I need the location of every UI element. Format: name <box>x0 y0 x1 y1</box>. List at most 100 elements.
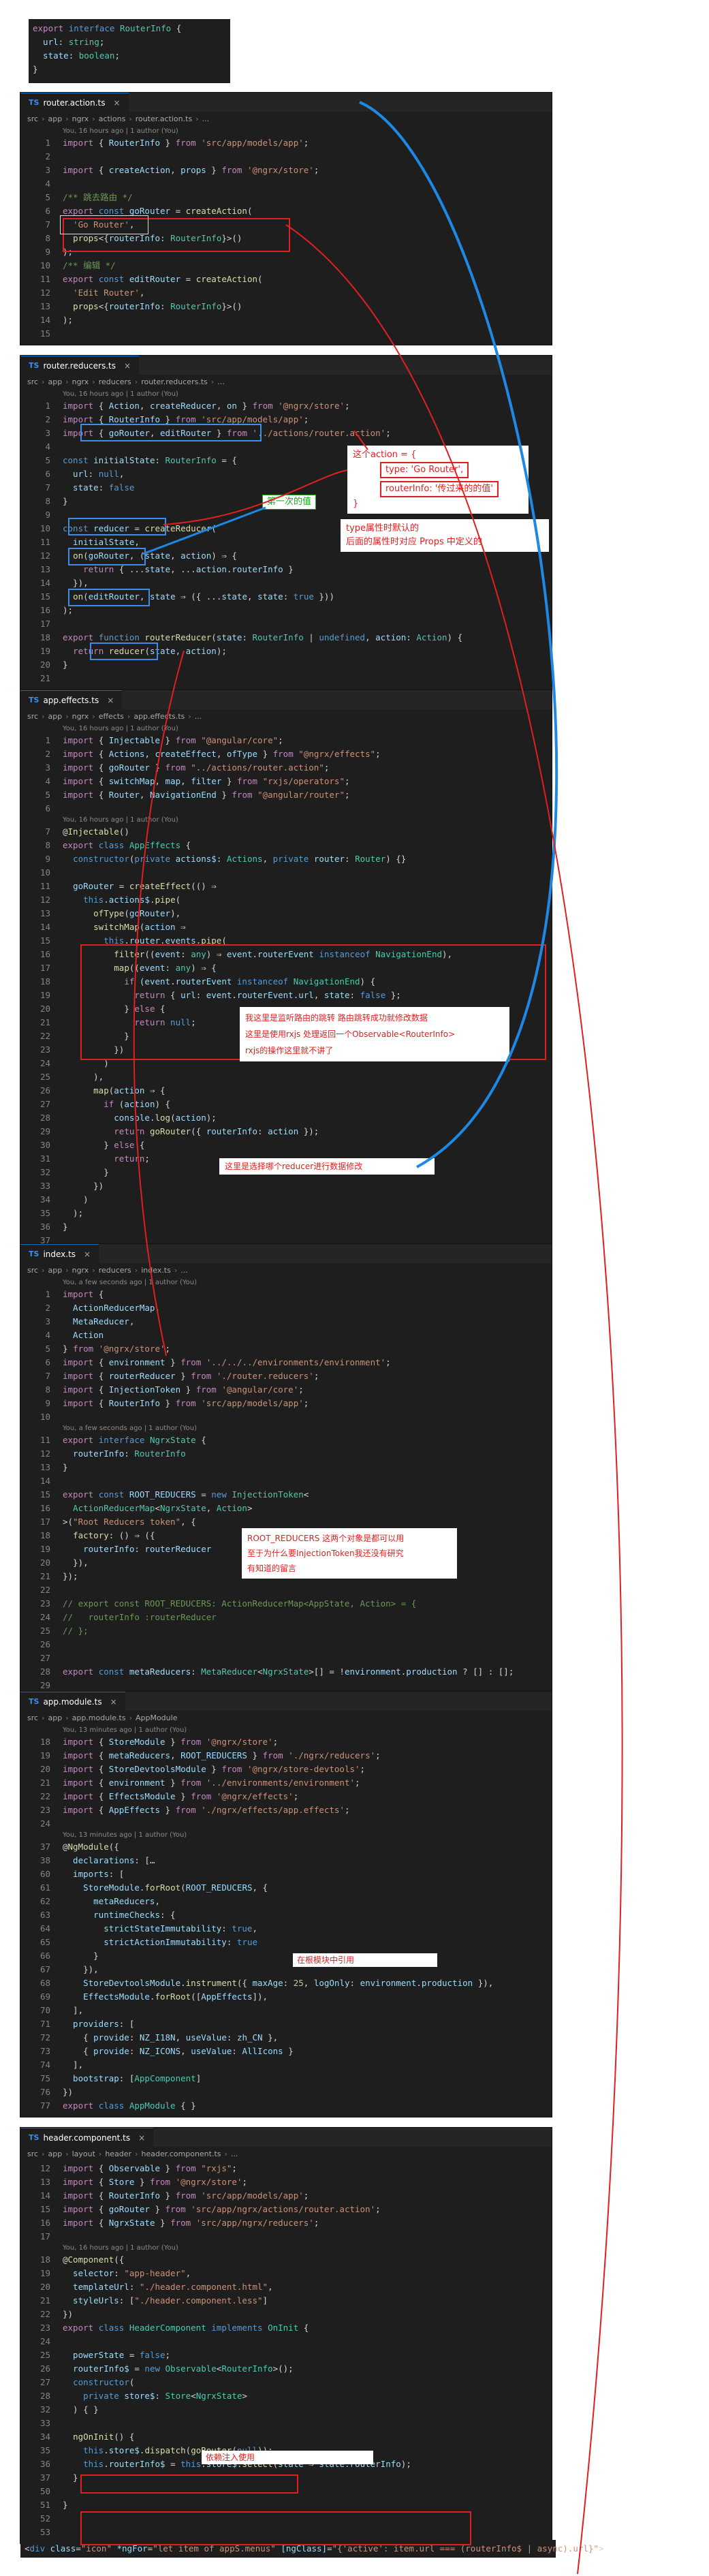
breadcrumb-item[interactable]: actions <box>99 114 126 123</box>
breadcrumb-item[interactable]: reducers <box>99 377 131 386</box>
file-tab[interactable]: TS app.module.ts × <box>20 1692 125 1711</box>
code-token: ofType <box>226 749 263 759</box>
code-token: : <box>129 2282 140 2292</box>
code-token: createAction <box>185 206 247 216</box>
line-number: 7 <box>45 482 50 493</box>
breadcrumb-item[interactable]: src <box>27 1266 38 1275</box>
file-tab[interactable]: TS index.ts × <box>20 1244 99 1263</box>
breadcrumb-item[interactable]: ... <box>231 2150 238 2158</box>
code-line: 27 constructor( <box>20 2376 552 2389</box>
code-token: ( <box>180 1882 186 1893</box>
codelens-author[interactable]: You, 16 hours ago | 1 author (You) <box>20 390 552 399</box>
codelens-author[interactable]: You, 13 minutes ago | 1 author (You) <box>20 1726 552 1735</box>
line-number: 37 <box>40 1842 50 1852</box>
file-tab[interactable]: TS app.effects.ts × <box>20 690 123 709</box>
close-icon[interactable]: × <box>124 361 131 371</box>
breadcrumb-item[interactable]: app <box>48 712 62 721</box>
code-area[interactable]: You, 13 minutes ago | 1 author (You) 18 im… <box>20 1724 552 2117</box>
code-token: ) {} <box>385 854 407 864</box>
breadcrumb-item[interactable]: app <box>48 1713 62 1722</box>
code-token: ], <box>63 2060 84 2070</box>
file-tab[interactable]: TS header.component.ts × <box>20 2128 154 2147</box>
breadcrumb-item[interactable]: layout <box>72 2150 95 2158</box>
code-token: forRoot <box>144 1882 181 1893</box>
code-token: ; <box>303 1398 309 1408</box>
line-number: 28 <box>40 1666 50 1677</box>
code-token: from <box>221 1764 247 1774</box>
line-number: 36 <box>40 2459 50 2469</box>
line-number: 12 <box>40 2163 50 2173</box>
code-token: , <box>155 1896 160 1906</box>
line-number: 76 <box>40 2087 50 2097</box>
breadcrumb-item[interactable]: src <box>27 1713 38 1722</box>
close-icon[interactable]: × <box>107 696 114 705</box>
breadcrumb-item[interactable]: app <box>48 377 62 386</box>
code-token: else <box>114 1140 140 1150</box>
breadcrumb-item[interactable]: src <box>27 2150 38 2158</box>
breadcrumb-item[interactable]: router.action.ts <box>136 114 192 123</box>
code-token: ( <box>211 523 217 533</box>
code-token: '@angular/core' <box>221 1384 299 1395</box>
code-line: 1 import { <box>20 1288 552 1301</box>
code-token: : [ <box>119 2073 135 2083</box>
breadcrumb-item[interactable]: app.effects.ts <box>133 712 185 721</box>
file-tab[interactable]: TS router.action.ts × <box>20 93 129 112</box>
breadcrumb-item[interactable]: ngrx <box>72 712 89 721</box>
breadcrumb-item[interactable]: router.reducers.ts <box>141 377 208 386</box>
breadcrumb-item[interactable]: ngrx <box>72 377 89 386</box>
code-token: NgrxState <box>160 1503 206 1513</box>
code-token: ] <box>262 2295 268 2306</box>
codelens-author[interactable]: You, 16 hours ago | 1 author (You) <box>20 2244 552 2253</box>
codelens-author[interactable]: You, 13 minutes ago | 1 author (You) <box>20 1831 552 1840</box>
breadcrumb-item[interactable]: ngrx <box>72 1266 89 1275</box>
breadcrumb-item[interactable]: src <box>27 114 38 123</box>
code-token: true <box>293 591 314 602</box>
codelens-author[interactable]: You, 16 hours ago | 1 author (You) <box>20 816 552 825</box>
effects-router-note: 我这里是监听路由的跳转 路由跳转成功就修改数据 这里是使用rxjs 处理返回一个… <box>240 1007 509 1061</box>
code-token: metaReducers <box>129 1666 191 1677</box>
breadcrumb-item[interactable]: app.module.ts <box>72 1713 126 1722</box>
breadcrumb-item[interactable]: header.component.ts <box>142 2150 221 2158</box>
breadcrumb-item[interactable]: AppModule <box>136 1713 178 1722</box>
close-icon[interactable]: × <box>84 1250 91 1259</box>
line-number: 7 <box>45 826 50 837</box>
line-number: 7 <box>45 1371 50 1381</box>
breadcrumb-item[interactable]: app <box>48 2150 62 2158</box>
breadcrumb-item[interactable]: src <box>27 712 38 721</box>
code-token: goRouter <box>129 908 171 918</box>
code-line: 13} <box>20 1461 552 1474</box>
breadcrumb-item[interactable]: ngrx <box>72 114 89 123</box>
code-token: () { <box>114 2432 135 2442</box>
breadcrumb-item[interactable]: index.ts <box>141 1266 171 1275</box>
code-token: pipe <box>155 895 176 905</box>
code-token: export <box>63 2100 99 2111</box>
code-token: state <box>63 482 99 493</box>
breadcrumb-item[interactable]: header <box>105 2150 131 2158</box>
close-icon[interactable]: × <box>110 1697 117 1707</box>
close-icon[interactable]: × <box>114 98 121 108</box>
codelens-author[interactable]: You, a few seconds ago | 1 author (You) <box>20 1278 552 1288</box>
code-area[interactable]: You, a few seconds ago | 1 author (You) 1… <box>20 1277 552 1696</box>
close-icon[interactable]: × <box>138 2133 145 2143</box>
line-number: 9 <box>45 247 50 257</box>
file-tab[interactable]: TS router.reducers.ts × <box>20 356 140 375</box>
code-token: < <box>303 1489 309 1500</box>
breadcrumb-item[interactable]: ... <box>202 114 210 123</box>
codelens-author[interactable]: You, 16 hours ago | 1 author (You) <box>20 724 552 734</box>
codelens-author[interactable]: You, 16 hours ago | 1 author (You) <box>20 127 552 136</box>
breadcrumb-item[interactable]: effects <box>99 712 124 721</box>
code-token: const <box>98 206 129 216</box>
breadcrumb-item[interactable]: app <box>48 1266 62 1275</box>
codelens-author[interactable]: You, a few seconds ago | 1 author (You) <box>20 1424 552 1433</box>
code-token: ; <box>303 414 309 424</box>
breadcrumb-item[interactable]: src <box>27 377 38 386</box>
breadcrumb-item[interactable]: ... <box>195 712 202 721</box>
line-number: 13 <box>40 2177 50 2187</box>
breadcrumb-item[interactable]: app <box>48 114 62 123</box>
breadcrumb-item[interactable]: reducers <box>99 1266 131 1275</box>
code-token: from <box>191 1791 217 1801</box>
code-token: const <box>63 455 94 465</box>
breadcrumb-item[interactable]: ... <box>217 377 225 386</box>
breadcrumb-item[interactable]: ... <box>180 1266 188 1275</box>
